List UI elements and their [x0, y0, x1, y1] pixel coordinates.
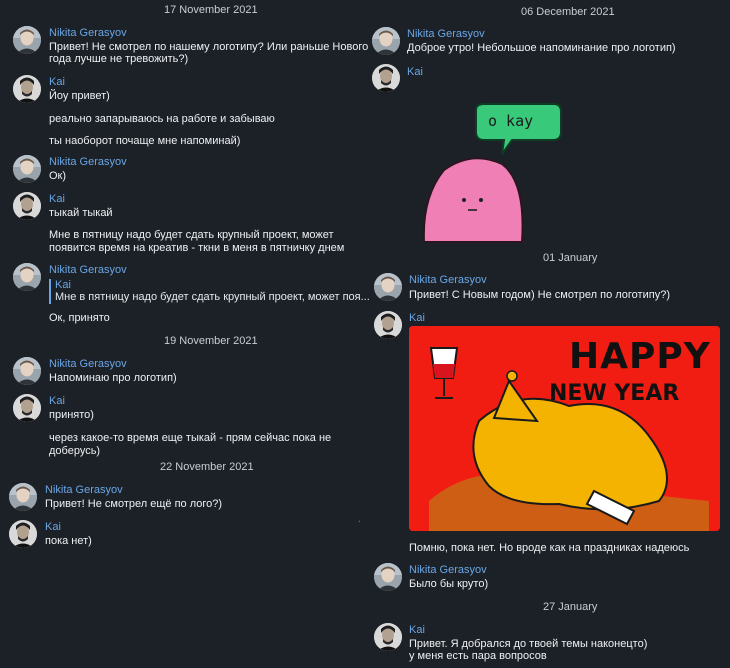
sender-name[interactable]: Nikita Gerasyov: [409, 274, 487, 286]
sender-name[interactable]: Kai: [49, 193, 65, 205]
sender-name[interactable]: Nikita Gerasyov: [45, 484, 123, 496]
message-text: ты наоборот почаще мне напоминай): [49, 135, 241, 147]
message-text: у меня есть пара вопросов: [409, 650, 547, 662]
avatar-kai-icon[interactable]: [374, 623, 402, 651]
sender-name[interactable]: Nikita Gerasyov: [407, 28, 485, 40]
message-text: появится время на креатив - ткни в меня …: [49, 242, 345, 254]
message-text: Привет! С Новым годом) Не смотрел по лог…: [409, 289, 670, 301]
sender-name[interactable]: Nikita Gerasyov: [49, 27, 127, 39]
message-text: реально запарываюсь на работе и забываю: [49, 113, 275, 125]
avatar-nikita-icon[interactable]: [13, 26, 41, 54]
quote-text: Мне в пятницу надо будет сдать крупный п…: [55, 291, 370, 303]
date-separator: 19 November 2021: [164, 335, 258, 347]
avatar-nikita-icon[interactable]: [372, 27, 400, 55]
avatar-kai-icon[interactable]: [9, 520, 37, 548]
date-separator: 27 January: [543, 601, 598, 613]
sender-name[interactable]: Kai: [45, 521, 61, 533]
sender-name[interactable]: Kai: [49, 76, 65, 88]
avatar-nikita-icon[interactable]: [13, 357, 41, 385]
date-separator: 22 November 2021: [160, 461, 254, 473]
sender-name[interactable]: Nikita Gerasyov: [49, 156, 127, 168]
message-text: через какое-то время еще тыкай - прям се…: [49, 432, 332, 444]
avatar-kai-icon[interactable]: [372, 64, 400, 92]
message-text: Ок, принято: [49, 312, 110, 324]
message-text: Привет. Я добрался до твоей темы наконец…: [409, 638, 648, 650]
avatar-nikita-icon[interactable]: [374, 563, 402, 591]
sender-name[interactable]: Kai: [409, 624, 425, 636]
message-text: Привет! Не смотрел по нашему логотипу? И…: [49, 41, 369, 53]
avatar-nikita-icon[interactable]: [13, 155, 41, 183]
message-text: Было бы круто): [409, 578, 489, 590]
message-text: Мне в пятницу надо будет сдать крупный п…: [49, 229, 334, 241]
date-separator: 01 January: [543, 252, 598, 264]
avatar-nikita-icon[interactable]: [9, 483, 37, 511]
message-text: года лучше не тревожить?): [49, 53, 189, 65]
date-separator: 06 December 2021: [521, 6, 615, 18]
message-text: Напоминаю про логотип): [49, 372, 177, 384]
sticker-text: o kay: [488, 112, 534, 130]
tick-mark: ˋ: [358, 520, 361, 529]
message-text: Доброе утро! Небольшое напоминание про л…: [407, 42, 676, 54]
message-text: Помню, пока нет. Но вроде как на праздни…: [409, 542, 690, 554]
sender-name[interactable]: Kai: [407, 66, 423, 78]
message-text: пока нет): [45, 535, 92, 547]
message-text: принято): [49, 409, 94, 421]
message-text: Ок): [49, 170, 67, 182]
message-text: тыкай тыкай: [49, 207, 113, 219]
avatar-kai-icon[interactable]: [374, 311, 402, 339]
avatar-nikita-icon[interactable]: [13, 263, 41, 291]
quote-author: Kai: [55, 279, 71, 291]
happy-new-year-image[interactable]: HAPPY NEW YEAR: [409, 326, 720, 531]
sender-name[interactable]: Kai: [49, 395, 65, 407]
avatar-kai-icon[interactable]: [13, 75, 41, 103]
sender-name[interactable]: Nikita Gerasyov: [409, 564, 487, 576]
date-separator: 17 November 2021: [164, 4, 258, 16]
image-text-new-year: NEW YEAR: [549, 381, 680, 406]
sender-name[interactable]: Kai: [409, 312, 425, 324]
okay-sticker[interactable]: o kay: [414, 102, 564, 244]
message-text: Привет! Не смотрел ещё по лого?): [45, 498, 223, 510]
image-text-happy: HAPPY: [569, 336, 711, 377]
reply-quote[interactable]: Kai Мне в пятницу надо будет сдать крупн…: [49, 279, 370, 304]
avatar-kai-icon[interactable]: [13, 192, 41, 220]
avatar-kai-icon[interactable]: [13, 394, 41, 422]
sender-name[interactable]: Nikita Gerasyov: [49, 358, 127, 370]
chat-column-left: 17 November 2021 Nikita Gerasyov Привет!…: [0, 0, 370, 668]
message-text: Йоу привет): [49, 90, 110, 102]
sender-name[interactable]: Nikita Gerasyov: [49, 264, 127, 276]
avatar-nikita-icon[interactable]: [374, 273, 402, 301]
chat-column-right: 06 December 2021 Nikita Gerasyov Доброе …: [366, 0, 730, 668]
message-text: доберусь): [49, 445, 101, 457]
